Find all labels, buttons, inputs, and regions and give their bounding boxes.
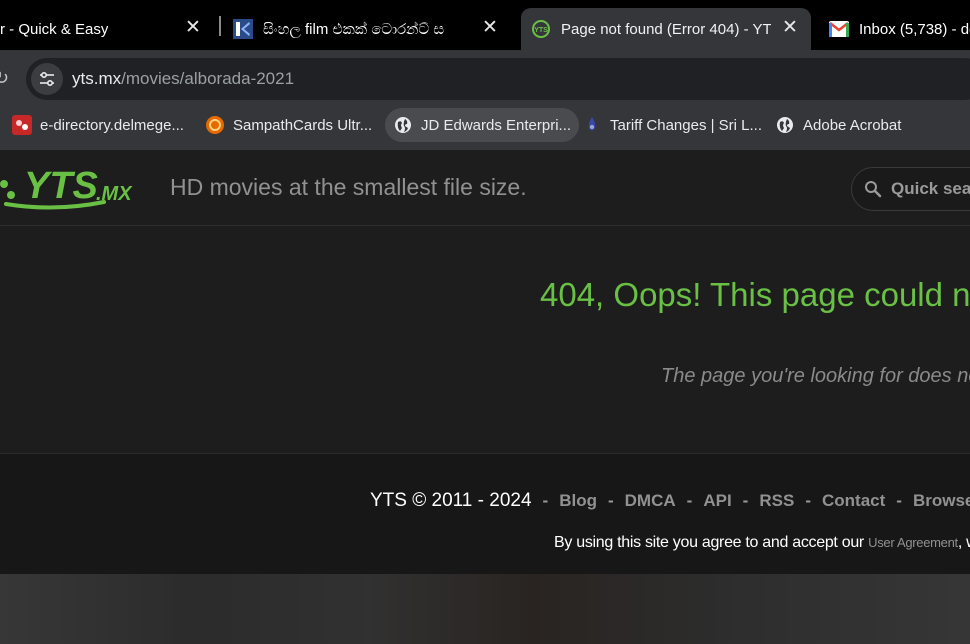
user-agreement-link[interactable]: User Agreement <box>868 535 958 550</box>
footer-link-browse-movies[interactable]: Browse M <box>913 491 970 511</box>
separator: - <box>805 491 811 510</box>
url-path: /movies/alborada-2021 <box>121 69 295 88</box>
footer-link-blog[interactable]: Blog <box>559 491 597 511</box>
logo-text: YTS <box>24 165 98 207</box>
agreement-text: By using this site you agree to and acce… <box>554 534 869 551</box>
site-header: YTS .MX HD movies at the smallest file s… <box>0 150 970 226</box>
tariff-icon <box>582 115 602 135</box>
url-host: yts.mx <box>72 69 122 88</box>
agreement-tail: , w <box>957 534 970 551</box>
copyright: YTS © 2011 - 2024 <box>370 490 532 511</box>
sampath-icon <box>205 115 225 135</box>
close-icon[interactable]: ✕ <box>479 17 501 39</box>
footer-links: YTS © 2011 - 2024 - Blog - DMCA - API - … <box>370 490 970 512</box>
delmege-icon <box>12 115 32 135</box>
bookmark-jd-edwards[interactable]: JD Edwards Enterpri... <box>385 108 580 142</box>
bookmark-label: e-directory.delmege... <box>40 116 184 134</box>
tab-quick-easy[interactable]: r - Quick & Easy ✕ <box>0 8 214 50</box>
tab-inbox[interactable]: Inbox (5,738) - de <box>829 8 970 50</box>
background-image <box>0 574 970 644</box>
browser-toolbar: ↻ yts.mx/movies/alborada-2021 <box>0 50 970 108</box>
tab-sinhala-film[interactable]: සිංහල film එකක් ටොරන්ට් ස ✕ <box>233 8 511 50</box>
tab-strip: r - Quick & Easy ✕ සිංහල film එකක් ටොරන්… <box>0 0 970 50</box>
yts-logo[interactable]: YTS .MX <box>0 162 144 214</box>
page-content: YTS .MX HD movies at the smallest file s… <box>0 150 970 644</box>
site-tagline: HD movies at the smallest file size. <box>170 174 527 200</box>
tab-page-not-found[interactable]: YTS Page not found (Error 404) - YTS ✕ <box>521 8 811 50</box>
close-icon[interactable]: ✕ <box>779 17 801 39</box>
separator: - <box>742 491 749 510</box>
bookmark-label: JD Edwards Enterpri... <box>421 116 572 134</box>
tab-title: Inbox (5,738) - de <box>859 20 970 38</box>
svg-text:YTS: YTS <box>534 27 548 34</box>
bookmark-tariff-changes[interactable]: Tariff Changes | Sri L... <box>574 108 770 142</box>
separator: - <box>542 491 549 510</box>
separator: - <box>896 491 902 510</box>
agreement-notice: By using this site you agree to and acce… <box>554 534 970 552</box>
quick-search-input[interactable]: Quick sea <box>851 167 970 211</box>
separator: - <box>686 491 693 510</box>
bookmark-adobe-acrobat[interactable]: Adobe Acrobat <box>767 108 909 142</box>
tab-separator <box>219 16 221 36</box>
footer-link-api[interactable]: API <box>703 491 731 511</box>
search-icon <box>865 181 882 198</box>
url-text: yts.mx/movies/alborada-2021 <box>72 69 294 89</box>
site-info-icon[interactable] <box>31 63 63 95</box>
globe-icon <box>393 115 413 135</box>
logo-suffix: .MX <box>96 183 133 205</box>
close-icon[interactable]: ✕ <box>182 17 204 39</box>
gmail-icon <box>829 19 849 39</box>
bookmarks-bar: e-directory.delmege... SampathCards Ultr… <box>0 108 970 150</box>
footer-link-dmca[interactable]: DMCA <box>625 491 676 511</box>
bookmark-label: SampathCards Ultr... <box>233 116 373 134</box>
search-placeholder: Quick sea <box>891 179 970 198</box>
tab-favicon-icon <box>233 19 253 39</box>
tab-title: Page not found (Error 404) - YTS <box>561 20 771 38</box>
tab-title: r - Quick & Easy <box>0 20 109 38</box>
yts-favicon-icon: YTS <box>531 19 551 39</box>
globe-icon <box>775 115 795 135</box>
separator: - <box>607 491 614 510</box>
bookmark-label: Tariff Changes | Sri L... <box>610 116 763 134</box>
reload-icon[interactable]: ↻ <box>0 68 9 88</box>
error-title: 404, Oops! This page could no <box>540 276 970 313</box>
footer-link-contact[interactable]: Contact <box>822 491 885 511</box>
address-bar[interactable]: yts.mx/movies/alborada-2021 <box>26 58 970 100</box>
error-subtitle: The page you're looking for does not e <box>661 365 970 387</box>
tab-title: සිංහල film එකක් ටොරන්ට් ස <box>263 20 445 38</box>
bookmark-label: Adobe Acrobat <box>803 116 902 134</box>
bookmark-sampathcards[interactable]: SampathCards Ultr... <box>197 108 380 142</box>
footer-link-rss[interactable]: RSS <box>759 491 794 511</box>
bookmark-e-directory[interactable]: e-directory.delmege... <box>4 108 192 142</box>
site-footer: YTS © 2011 - 2024 - Blog - DMCA - API - … <box>0 453 970 574</box>
